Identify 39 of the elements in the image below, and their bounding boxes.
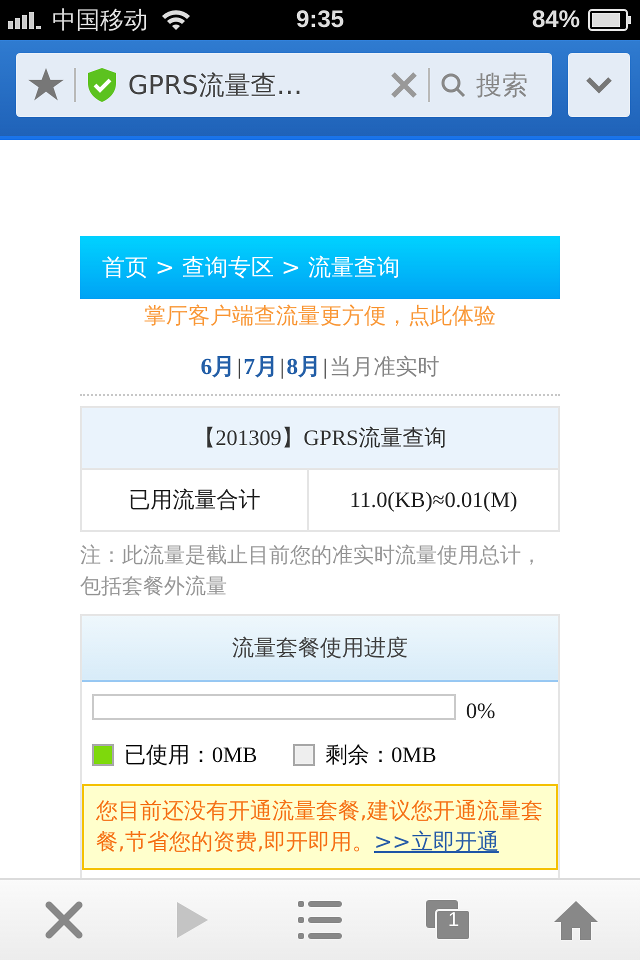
signal-icon bbox=[8, 11, 44, 29]
shield-check-icon bbox=[86, 67, 118, 103]
notice-text: 您目前还没有开通流量套餐,建议您开通流量套餐,节省您的资费,即开即用。>>立即开通 bbox=[82, 784, 558, 870]
panel-title: 流量套餐使用进度 bbox=[82, 616, 558, 682]
separator: | bbox=[322, 354, 328, 380]
clock-time: 9:35 bbox=[296, 6, 344, 34]
tab-count: 1 bbox=[448, 909, 460, 932]
close-icon[interactable] bbox=[390, 71, 418, 99]
star-icon[interactable] bbox=[28, 68, 64, 102]
open-link[interactable]: >>立即开通 bbox=[374, 830, 499, 855]
current-month-label[interactable]: 当月准实时 bbox=[329, 352, 440, 382]
month-link[interactable]: 7月 bbox=[244, 351, 278, 382]
tabs-button[interactable]: 1 bbox=[418, 895, 478, 945]
tabs-icon bbox=[426, 900, 470, 940]
separator: | bbox=[237, 354, 242, 380]
dropdown-button[interactable] bbox=[568, 53, 630, 117]
close-icon bbox=[44, 900, 84, 940]
month-link[interactable]: 6月 bbox=[200, 351, 236, 382]
legend-label: 剩余：0MB bbox=[325, 741, 436, 769]
search-icon bbox=[440, 72, 466, 98]
breadcrumb: 首页 > 查询专区 > 流量查询 bbox=[80, 236, 560, 299]
month-link[interactable]: 8月 bbox=[286, 351, 321, 382]
battery-percent: 84% bbox=[532, 6, 580, 34]
address-bar[interactable]: GPRS流量查… 搜索 bbox=[16, 53, 552, 117]
note-text: 注：此流量是截止目前您的准实时流量使用总计，包括套餐外流量 bbox=[80, 542, 543, 600]
page-title: GPRS流量查… bbox=[128, 70, 304, 102]
home-icon bbox=[553, 900, 599, 940]
separator: | bbox=[280, 354, 284, 380]
wifi-icon bbox=[160, 8, 192, 32]
list-icon bbox=[298, 900, 342, 940]
table-title: 【201309】GPRS流量查询 bbox=[82, 408, 558, 468]
table-cell-text: 已用流量合计 bbox=[128, 486, 262, 514]
battery-icon bbox=[588, 9, 632, 31]
carrier-name: 中国移动 bbox=[52, 6, 148, 36]
table-cell: 11.0(KB)≈0.01(M) bbox=[307, 470, 558, 530]
legend-label: 已使用：0MB bbox=[124, 741, 258, 769]
play-icon bbox=[175, 901, 209, 939]
progress-percent: 0% bbox=[466, 698, 496, 724]
chevron-down-icon bbox=[585, 76, 613, 94]
